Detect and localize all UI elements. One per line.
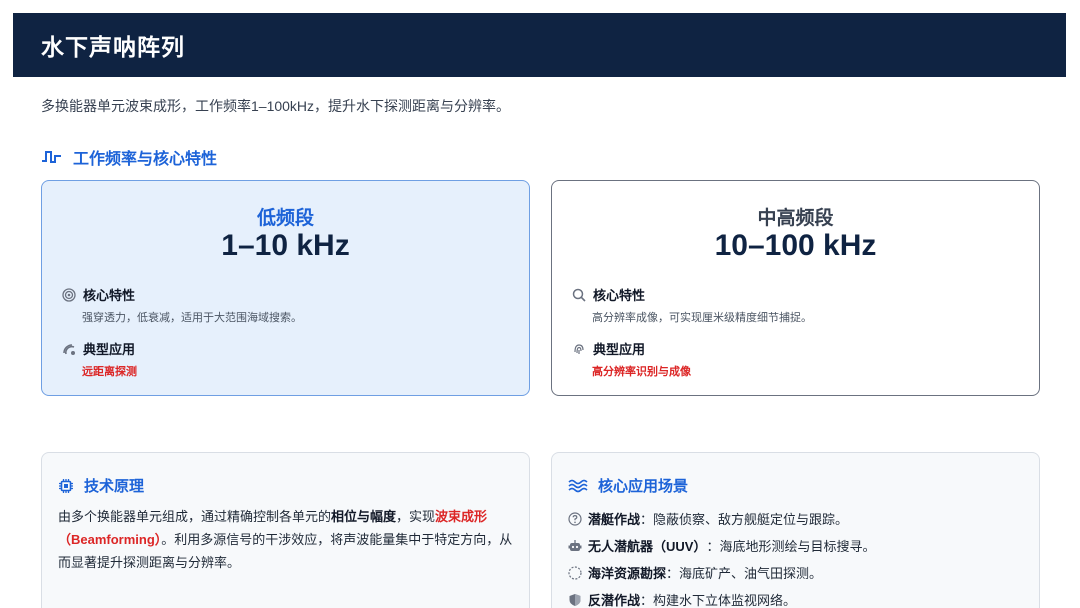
list-item: 反潜作战 ：构建水下立体监视网络。: [568, 586, 875, 608]
scenarios-panel: 核心应用场景 潜艇作战 ：隐蔽侦察、敌方舰艇定位与跟踪。 无人潜航器（UUV） ：海…: [551, 452, 1040, 608]
list-item: 海洋资源勘探 ：海底矿产、油气田探测。: [568, 559, 875, 586]
page-subtitle: 多换能器单元波束成形，工作频率1–100kHz，提升水下探测距离与分辨率。: [41, 98, 511, 114]
principle-panel: 技术原理 由多个换能器单元组成，通过精确控制各单元的相位与幅度，实现波束成形（B…: [41, 452, 530, 608]
principle-text-part: ，实现: [396, 509, 436, 524]
scenario-label: 反潜作战: [588, 593, 641, 608]
scenario-label: 潜艇作战: [588, 512, 641, 527]
application-label: 典型应用: [83, 342, 136, 357]
dotted-circle-icon: [568, 565, 588, 580]
application-value: 远距离探测: [82, 366, 137, 378]
scenario-desc: ：海底地形测绘与目标搜寻。: [706, 539, 876, 554]
section-title: 工作频率与核心特性: [73, 151, 218, 168]
panel-heading: 技术原理: [58, 475, 144, 496]
pulse-wave-icon: [41, 149, 63, 165]
application-row: 典型应用: [572, 339, 645, 358]
band-name: 低频段: [256, 208, 314, 229]
feature-desc: 强穿透力，低衰减，适用于大范围海域搜索。: [82, 312, 302, 324]
scenario-list: 潜艇作战 ：隐蔽侦察、敌方舰艇定位与跟踪。 无人潜航器（UUV） ：海底地形测绘与目…: [568, 505, 875, 608]
principle-text: 由多个换能器单元组成，通过精确控制各单元的相位与幅度，实现波束成形（Beamfo…: [58, 505, 518, 574]
list-item: 潜艇作战 ：隐蔽侦察、敌方舰艇定位与跟踪。: [568, 505, 875, 532]
feature-row: 核心特性: [62, 285, 135, 304]
panel-heading: 核心应用场景: [568, 475, 688, 496]
scenario-label: 海洋资源勘探: [588, 566, 667, 581]
feature-label: 核心特性: [83, 288, 136, 303]
principle-bold: 相位与幅度: [331, 509, 397, 524]
principle-text-part: 由多个换能器单元组成，通过精确控制各单元的: [58, 509, 332, 524]
band-range: 10–100 kHz: [714, 229, 877, 262]
target-icon: [62, 287, 76, 302]
question-circle-icon: [568, 511, 588, 526]
application-value: 高分辨率识别与成像: [592, 366, 691, 378]
band-card-low: 低频段 1–10 kHz 核心特性 强穿透力，低衰减，适用于大范围海域搜索。 典…: [41, 180, 530, 396]
scenario-label: 无人潜航器（UUV）: [588, 539, 707, 554]
fingerprint-icon: [572, 342, 586, 356]
waves-icon: [568, 479, 588, 493]
section-heading: 工作频率与核心特性: [41, 145, 217, 169]
robot-icon: [568, 539, 588, 553]
search-icon: [572, 288, 586, 302]
band-name: 中高频段: [757, 208, 834, 229]
chip-icon: [58, 478, 74, 494]
feature-desc: 高分辨率成像，可实现厘米级精度细节捕捉。: [592, 312, 812, 324]
feature-label: 核心特性: [593, 288, 646, 303]
list-item: 无人潜航器（UUV） ：海底地形测绘与目标搜寻。: [568, 532, 875, 559]
page-header: 水下声呐阵列: [13, 13, 1066, 77]
application-label: 典型应用: [593, 342, 646, 357]
panel-title: 核心应用场景: [598, 478, 689, 495]
signal-icon: [62, 342, 76, 356]
shield-icon: [568, 593, 588, 607]
feature-row: 核心特性: [572, 285, 645, 304]
page-title: 水下声呐阵列: [41, 34, 185, 60]
band-card-high: 中高频段 10–100 kHz 核心特性 高分辨率成像，可实现厘米级精度细节捕捉…: [551, 180, 1040, 396]
scenario-desc: ：隐蔽侦察、敌方舰艇定位与跟踪。: [640, 512, 849, 527]
scenario-desc: ：海底矿产、油气田探测。: [666, 566, 823, 581]
application-row: 典型应用: [62, 339, 135, 358]
band-range: 1–10 kHz: [221, 229, 350, 262]
scenario-desc: ：构建水下立体监视网络。: [640, 593, 797, 608]
panel-title: 技术原理: [84, 478, 145, 495]
